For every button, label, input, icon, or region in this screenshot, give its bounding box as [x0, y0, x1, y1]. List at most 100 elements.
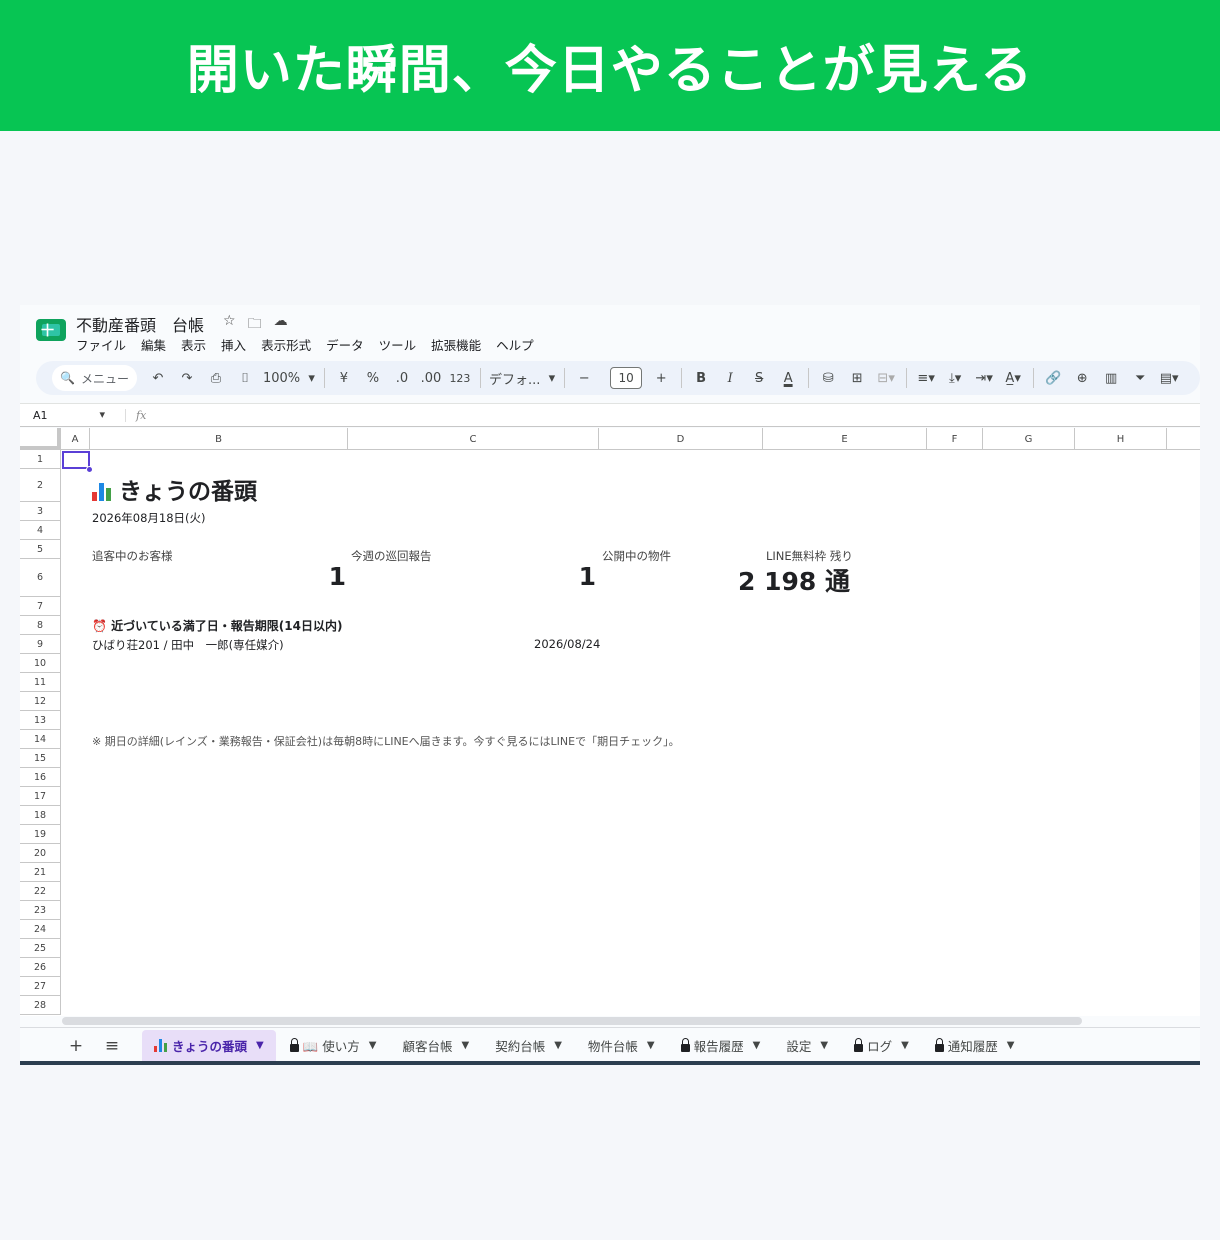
dropdown-arrow-icon[interactable]: ▼	[256, 1040, 264, 1051]
row-header[interactable]: 17	[20, 787, 61, 806]
menu-file[interactable]: ファイル	[76, 335, 126, 354]
row-header[interactable]: 24	[20, 920, 61, 939]
move-folder-icon[interactable]: 🗀	[248, 313, 262, 337]
menu-tools[interactable]: ツール	[379, 335, 417, 354]
column-header-b[interactable]: B	[90, 428, 348, 450]
text-wrap-icon[interactable]: ⇥▾	[973, 366, 995, 390]
column-header-c[interactable]: C	[348, 428, 599, 450]
redo-icon[interactable]: ↷	[176, 366, 198, 390]
menu-insert[interactable]: 挿入	[221, 335, 246, 354]
add-sheet-icon[interactable]: +	[58, 1036, 94, 1056]
dropdown-arrow-icon[interactable]: ▼	[461, 1040, 469, 1051]
menu-search-button[interactable]: 🔍 メニュー	[52, 365, 137, 391]
dropdown-arrow-icon[interactable]: ▼	[753, 1040, 761, 1051]
number-format-button[interactable]: 123	[449, 366, 471, 390]
row-header[interactable]: 22	[20, 882, 61, 901]
row-header[interactable]: 2	[20, 469, 61, 502]
row-header[interactable]: 20	[20, 844, 61, 863]
row-header[interactable]: 27	[20, 977, 61, 996]
star-icon[interactable]: ☆	[223, 313, 236, 337]
sheet-tab-properties[interactable]: 物件台帳 ▼	[576, 1030, 667, 1062]
menu-data[interactable]: データ	[326, 335, 364, 354]
dropdown-arrow-icon[interactable]: ▼	[1007, 1040, 1015, 1051]
chart-icon[interactable]: ▥	[1100, 366, 1122, 390]
row-header[interactable]: 1	[20, 450, 61, 469]
row-header[interactable]: 15	[20, 749, 61, 768]
row-header[interactable]: 14	[20, 730, 61, 749]
decrease-decimal-button[interactable]: .0	[391, 366, 413, 390]
increase-decimal-button[interactable]: .00	[420, 366, 442, 390]
borders-icon[interactable]: ⊞	[846, 366, 868, 390]
dropdown-arrow-icon[interactable]: ▼	[647, 1040, 655, 1051]
column-header-a[interactable]: A	[61, 428, 90, 450]
name-box[interactable]: A1	[20, 408, 110, 422]
percent-format-button[interactable]: %	[362, 366, 384, 390]
sheet-tab-notifications[interactable]: 通知履歴 ▼	[923, 1030, 1027, 1062]
sheet-grid[interactable]: A B C D E F G H 1 2 3 4 5 6 7 8 9 10 11 12 13 14 15 16 1…	[20, 428, 1200, 1016]
row-header[interactable]: 18	[20, 806, 61, 825]
row-header[interactable]: 7	[20, 597, 61, 616]
document-title[interactable]: 不動産番頭 台帳	[76, 312, 204, 336]
font-size-increase-icon[interactable]: +	[650, 366, 672, 390]
row-header[interactable]: 5	[20, 540, 61, 559]
sheet-tab-customers[interactable]: 顧客台帳 ▼	[390, 1030, 481, 1062]
row-header[interactable]: 13	[20, 711, 61, 730]
all-sheets-icon[interactable]: ≡	[94, 1036, 130, 1056]
link-icon[interactable]: 🔗	[1042, 366, 1064, 390]
select-all-corner[interactable]	[20, 428, 61, 450]
menu-edit[interactable]: 編集	[141, 335, 166, 354]
row-header[interactable]: 21	[20, 863, 61, 882]
row-header[interactable]: 16	[20, 768, 61, 787]
menu-view[interactable]: 表示	[181, 335, 206, 354]
row-header[interactable]: 23	[20, 901, 61, 920]
print-icon[interactable]: ⎙	[205, 366, 227, 390]
row-header[interactable]: 8	[20, 616, 61, 635]
row-header[interactable]: 28	[20, 996, 61, 1015]
dropdown-arrow-icon[interactable]: ▼	[820, 1040, 828, 1051]
horizontal-scrollbar[interactable]	[62, 1017, 1082, 1025]
comment-icon[interactable]: ⊕	[1071, 366, 1093, 390]
row-header[interactable]: 4	[20, 521, 61, 540]
dropdown-arrow-icon[interactable]: ▼	[901, 1040, 909, 1051]
column-header-e[interactable]: E	[763, 428, 927, 450]
dropdown-arrow-icon[interactable]: ▼	[554, 1040, 562, 1051]
sheet-tab-contracts[interactable]: 契約台帳 ▼	[483, 1030, 574, 1062]
paint-format-icon[interactable]: ⌷	[234, 366, 256, 390]
row-header[interactable]: 9	[20, 635, 61, 654]
row-header[interactable]: 26	[20, 958, 61, 977]
dropdown-arrow-icon[interactable]: ▼	[369, 1040, 377, 1051]
filter-icon[interactable]: ⏷	[1129, 366, 1151, 390]
menu-extensions[interactable]: 拡張機能	[431, 335, 481, 354]
horizontal-align-icon[interactable]: ≡▾	[915, 366, 937, 390]
sheet-tab-reports[interactable]: 報告履歴 ▼	[669, 1030, 773, 1062]
zoom-select[interactable]: 100% ▾	[263, 366, 315, 390]
row-header[interactable]: 3	[20, 502, 61, 521]
row-header[interactable]: 25	[20, 939, 61, 958]
menu-format[interactable]: 表示形式	[261, 335, 311, 354]
row-header[interactable]: 10	[20, 654, 61, 673]
sheet-tab-log[interactable]: ログ ▼	[842, 1030, 921, 1062]
cloud-status-icon[interactable]: ☁	[274, 313, 288, 337]
strikethrough-button[interactable]: S	[748, 366, 770, 390]
row-header[interactable]: 12	[20, 692, 61, 711]
font-size-input[interactable]: 10	[610, 367, 643, 389]
column-header-h[interactable]: H	[1075, 428, 1167, 450]
vertical-align-icon[interactable]: ⤓▾	[944, 366, 966, 390]
row-header[interactable]: 6	[20, 559, 61, 597]
sheet-tab-settings[interactable]: 設定 ▼	[774, 1030, 840, 1062]
filter-views-icon[interactable]: ▤▾	[1158, 366, 1180, 390]
italic-button[interactable]: I	[719, 366, 741, 390]
sheet-tab-howto[interactable]: 📖 使い方 ▼	[278, 1030, 389, 1062]
app-logo-icon[interactable]	[36, 319, 66, 341]
bold-button[interactable]: B	[690, 366, 712, 390]
menu-help[interactable]: ヘルプ	[496, 335, 534, 354]
row-header[interactable]: 19	[20, 825, 61, 844]
text-rotation-icon[interactable]: A̲▾	[1002, 366, 1024, 390]
font-select[interactable]: デフォ... ▾	[489, 366, 555, 390]
sheet-tab-today[interactable]: きょうの番頭 ▼	[142, 1029, 276, 1062]
merge-cells-icon[interactable]: ⊟▾	[875, 366, 897, 390]
column-header-f[interactable]: F	[927, 428, 983, 450]
column-header-g[interactable]: G	[983, 428, 1075, 450]
font-size-decrease-icon[interactable]: −	[573, 366, 595, 390]
fill-color-icon[interactable]: ⛁	[817, 366, 839, 390]
